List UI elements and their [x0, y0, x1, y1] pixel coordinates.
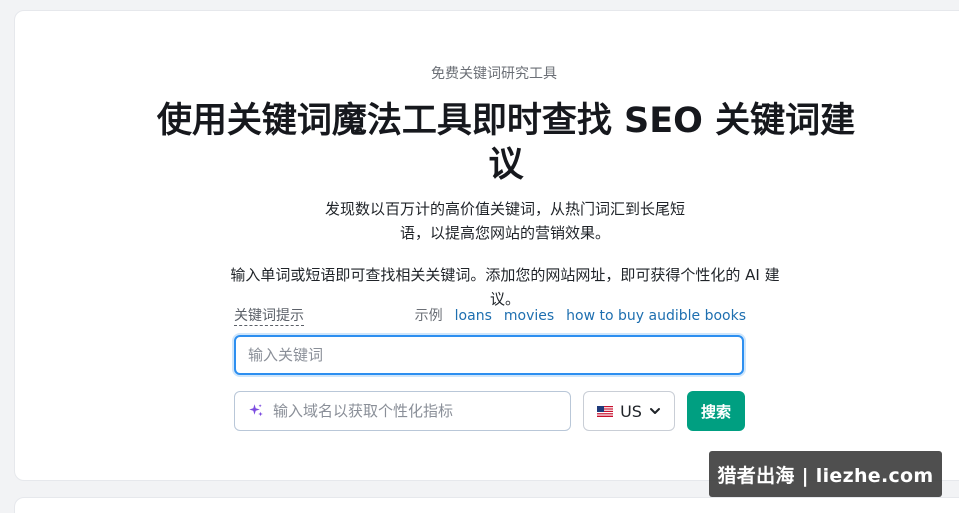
page-title: 使用关键词魔法工具即时查找 SEO 关键词建议	[156, 101, 856, 185]
search-button[interactable]: 搜索	[687, 391, 745, 431]
example-link-movies[interactable]: movies	[504, 308, 554, 324]
domain-input[interactable]	[271, 391, 570, 431]
hero-instructions: 输入单词或短语即可查找相关关键词。添加您的网站网址，即可获得个性化的 AI 建议…	[230, 266, 780, 308]
watermark-badge: 猎者出海 | liezhe.com	[709, 451, 942, 497]
page: 免费关键词研究工具 使用关键词魔法工具即时查找 SEO 关键词建议 发现数以百万…	[0, 0, 959, 513]
chevron-down-icon	[649, 408, 660, 414]
keyword-input[interactable]	[236, 337, 742, 373]
hero-description: 发现数以百万计的高价值关键词，从热门词汇到长尾短语，以提高您网站的营销效果。	[324, 200, 685, 242]
example-link-loans[interactable]: loans	[455, 308, 492, 324]
country-value: US	[620, 401, 642, 421]
example-link-audible[interactable]: how to buy audible books	[566, 308, 746, 324]
keyword-hint-row: 关键词提示 示例 loans movies how to buy audible…	[234, 306, 746, 328]
us-flag-icon	[597, 405, 614, 417]
sparkle-icon	[249, 404, 263, 417]
examples-list: 示例 loans movies how to buy audible books	[415, 308, 746, 324]
country-select[interactable]: US	[583, 391, 675, 431]
keyword-tips-link[interactable]: 关键词提示	[234, 308, 304, 326]
domain-input-wrapper	[234, 391, 571, 431]
keyword-input-wrapper	[234, 335, 744, 375]
examples-label: 示例	[414, 308, 443, 324]
secondary-card	[14, 497, 959, 513]
eyebrow-label: 免费关键词研究工具	[431, 66, 557, 82]
